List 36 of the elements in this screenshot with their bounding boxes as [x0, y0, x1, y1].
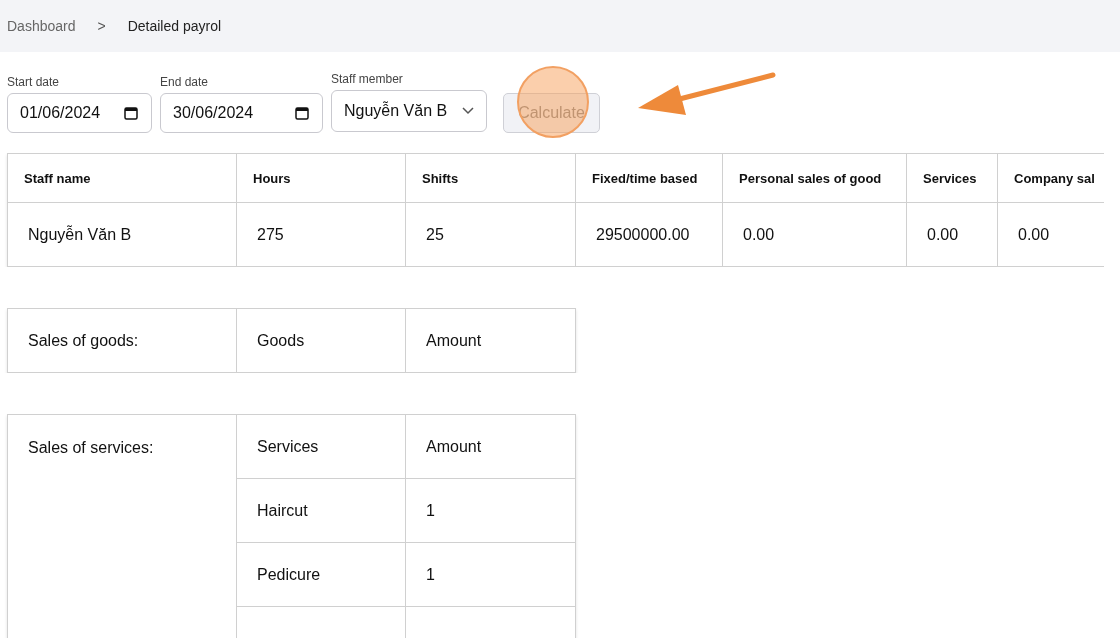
calendar-icon[interactable]	[123, 105, 139, 121]
column-header: Fixed/time based	[575, 153, 723, 203]
table-cell: 25	[405, 202, 576, 267]
table-cell: 0.00	[906, 202, 998, 267]
column-header: Personal sales of good	[722, 153, 907, 203]
column-header: Services	[906, 153, 998, 203]
field-label: End date	[160, 75, 210, 89]
staff-dropdown[interactable]: Nguyễn Văn B	[331, 90, 487, 132]
date-field[interactable]: 30/06/2024	[160, 93, 323, 133]
chevron-icon: >	[97, 18, 106, 34]
table-cell: Services	[236, 414, 406, 479]
field-label: Start date	[7, 75, 61, 89]
table-cell: 1	[405, 478, 576, 543]
table-cell: 275	[236, 202, 406, 267]
column-header: Shifts	[405, 153, 576, 203]
table-cell: Amount	[405, 308, 576, 373]
column-header: Staff name	[7, 153, 237, 203]
table-cell: 29500000.00	[575, 202, 723, 267]
table-cell: Amount	[405, 414, 576, 479]
table-cell: 1	[405, 542, 576, 607]
table-cell: Goods	[236, 308, 406, 373]
table-cell: Haircut	[236, 478, 406, 543]
breadcrumb-item[interactable]: Dashboard	[7, 18, 76, 34]
column-header: Company sal	[997, 153, 1104, 203]
calendar-icon[interactable]	[294, 105, 310, 121]
click-highlight	[517, 66, 589, 138]
table-cell: Nguyễn Văn B	[7, 202, 237, 267]
date-field[interactable]: 01/06/2024	[7, 93, 152, 133]
chevron-down-icon	[462, 107, 474, 115]
table-cell: Pedicure	[236, 542, 406, 607]
table-label: Sales of goods:	[7, 308, 237, 373]
breadcrumb-item: Detailed payrol	[127, 18, 222, 34]
column-header: Hours	[236, 153, 406, 203]
table-label: Sales of services:	[7, 414, 237, 638]
field-label: Staff member	[331, 72, 404, 86]
table-cell: 0.00	[722, 202, 907, 267]
